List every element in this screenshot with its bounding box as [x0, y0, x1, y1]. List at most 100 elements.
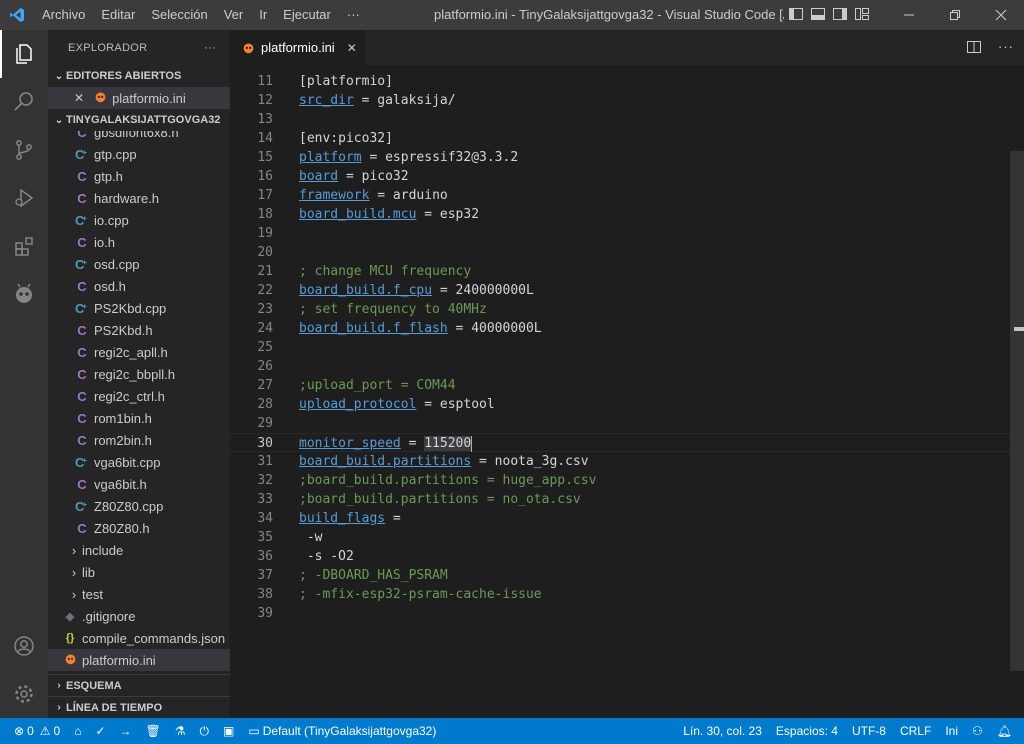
indentation[interactable]: Espacios: 4 — [769, 724, 845, 738]
toggle-secondary-sidebar-icon[interactable] — [832, 6, 848, 22]
split-editor-icon[interactable] — [966, 39, 982, 58]
code-text: src_dir = galaksija/ — [299, 91, 456, 110]
tree-item[interactable]: C+ io.cpp — [48, 209, 230, 231]
vscode-logo-icon — [0, 0, 34, 30]
line-number: 25 — [257, 340, 273, 355]
tree-item-label: osd.cpp — [94, 256, 140, 272]
code-text: [env:pico32] — [299, 129, 393, 148]
folder-item[interactable]: › lib — [48, 561, 230, 583]
ini-key: board_build.mcu — [299, 207, 417, 222]
menu-bar: Archivo Editar Selección Ver Ir Ejecutar ··· — [34, 0, 368, 30]
ini-key: framework — [299, 188, 370, 203]
pio-clean-icon[interactable]: 🗑 — [139, 724, 168, 738]
tab-platformio-ini[interactable]: platformio.ini ✕ — [230, 30, 366, 65]
editor-actions: ··· — [966, 39, 1014, 58]
comment: ; -mfix-esp32-psram-cache-issue — [299, 587, 542, 602]
code-line: 24 board_build.f_flash = 40000000L — [230, 319, 1010, 338]
comment: ;upload_port = COM44 — [299, 378, 456, 393]
platformio-file-icon — [62, 652, 78, 668]
minimize-icon[interactable] — [886, 0, 932, 30]
vertical-scrollbar[interactable] — [1010, 151, 1024, 671]
tree-item[interactable]: Cvga6bit.h — [48, 473, 230, 495]
restore-icon[interactable] — [932, 0, 978, 30]
pio-test-icon[interactable]: ⚗ — [168, 724, 193, 738]
tree-item-label: Z80Z80.h — [94, 520, 150, 536]
timeline-section[interactable]: › LÍNEA DE TIEMPO — [48, 696, 230, 718]
tree-item[interactable]: Cio.h — [48, 231, 230, 253]
tree-item[interactable]: platformio.ini — [48, 649, 230, 671]
tree-item[interactable]: C Z80Z80.h — [48, 517, 230, 539]
code-editor[interactable]: 11 [platformio] 12 src_dir = galaksija/13 14… — [230, 65, 1024, 718]
notifications-bell-icon[interactable]: 🔔︎ — [990, 724, 1024, 738]
folder-item[interactable]: › test — [48, 583, 230, 605]
extensions-icon[interactable] — [0, 222, 48, 270]
code-line: 22 board_build.f_cpu = 240000000L — [230, 281, 1010, 300]
platformio-icon[interactable] — [0, 270, 48, 318]
tree-item[interactable]: C PS2Kbd.h — [48, 319, 230, 341]
tree-item[interactable]: C+ osd.cpp — [48, 253, 230, 275]
root-file-tree: ◆ .gitignore {} compile_commands.json platfo… — [48, 605, 230, 671]
tree-item[interactable]: C+ Z80Z80.cpp — [48, 495, 230, 517]
tree-item[interactable]: Crom2bin.h — [48, 429, 230, 451]
language-mode[interactable]: Ini — [938, 724, 965, 738]
menu-item-3[interactable]: Ver — [216, 0, 252, 30]
cursor-position[interactable]: Lín. 30, col. 23 — [676, 724, 769, 738]
outline-section[interactable]: › ESQUEMA — [48, 674, 230, 696]
tree-item[interactable]: C+ PS2Kbd.cpp — [48, 297, 230, 319]
tree-item[interactable]: Chardware.h — [48, 187, 230, 209]
search-icon[interactable] — [0, 78, 48, 126]
folder-item[interactable]: › include — [48, 539, 230, 561]
menu-item-4[interactable]: Ir — [251, 0, 275, 30]
pio-build-icon[interactable]: ✓ — [88, 724, 112, 738]
customize-layout-icon[interactable] — [854, 6, 870, 22]
tree-item[interactable]: Crom1bin.h — [48, 407, 230, 429]
problems-indicator[interactable]: ⊗ 0 ⚠ 0 — [0, 724, 67, 738]
menu-item-6[interactable]: ··· — [339, 0, 368, 30]
pio-home-icon[interactable]: ⌂ — [67, 724, 88, 738]
more-actions-icon[interactable]: ··· — [998, 39, 1014, 58]
encoding[interactable]: UTF-8 — [845, 724, 893, 738]
tree-item[interactable]: {} compile_commands.json — [48, 627, 230, 649]
accounts-icon[interactable] — [0, 622, 48, 670]
source-control-icon[interactable] — [0, 126, 48, 174]
code-line: 34 build_flags = — [230, 509, 1010, 528]
tree-item[interactable]: C+ gtp.cpp — [48, 143, 230, 165]
project-environment[interactable]: ▭ Default (TinyGalaksijattgovga32) — [241, 724, 443, 738]
code-text: [platformio] — [299, 72, 393, 91]
pio-serial-monitor-icon[interactable]: ⏻ — [193, 724, 217, 739]
end-of-line[interactable]: CRLF — [893, 724, 938, 738]
more-actions-icon[interactable]: ··· — [204, 42, 216, 54]
c-header-file-icon: C — [77, 520, 87, 536]
close-window-icon[interactable] — [978, 0, 1024, 30]
tree-item[interactable]: C+ vga6bit.cpp — [48, 451, 230, 473]
tree-item[interactable]: Cregi2c_apll.h — [48, 341, 230, 363]
close-tab-icon[interactable]: ✕ — [347, 41, 357, 55]
tree-item-label: vga6bit.cpp — [94, 454, 161, 470]
tree-item[interactable]: Cregi2c_bbpll.h — [48, 363, 230, 385]
explorer-icon[interactable] — [0, 30, 48, 78]
tree-item[interactable]: Cregi2c_ctrl.h — [48, 385, 230, 407]
tree-item[interactable]: Cgtp.h — [48, 165, 230, 187]
line-number: 22 — [257, 283, 273, 298]
toggle-primary-sidebar-icon[interactable] — [788, 6, 804, 22]
feedback-icon[interactable]: ⚇ — [965, 724, 990, 738]
tree-item[interactable]: ◆ .gitignore — [48, 605, 230, 627]
menu-item-0[interactable]: Archivo — [34, 0, 93, 30]
pio-upload-icon[interactable]: → — [113, 724, 139, 738]
tree-item[interactable]: Cosd.h — [48, 275, 230, 297]
comment: ; change MCU frequency — [299, 264, 472, 279]
run-debug-icon[interactable] — [0, 174, 48, 222]
menu-item-2[interactable]: Selección — [143, 0, 215, 30]
tab-label: platformio.ini — [261, 40, 335, 55]
pio-terminal-icon[interactable]: ▣ — [216, 724, 241, 738]
c-header-file-icon: C — [77, 388, 87, 404]
code-line: 12 src_dir = galaksija/ — [230, 91, 1010, 110]
open-editor-item[interactable]: ✕ platformio.ini — [48, 87, 230, 109]
menu-item-5[interactable]: Ejecutar — [275, 0, 339, 30]
settings-gear-icon[interactable] — [0, 670, 48, 718]
menu-item-1[interactable]: Editar — [93, 0, 143, 30]
close-icon[interactable]: ✕ — [74, 91, 84, 105]
open-editors-section[interactable]: ⌄ EDITORES ABIERTOS — [48, 65, 230, 87]
project-section[interactable]: ⌄ TINYGALAKSIJATTGOVGA32 — [48, 109, 230, 131]
toggle-panel-icon[interactable] — [810, 6, 826, 22]
